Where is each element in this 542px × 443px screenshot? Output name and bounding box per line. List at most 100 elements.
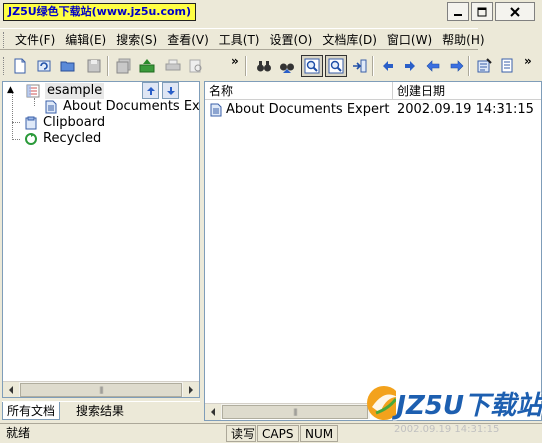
print-icon bbox=[165, 59, 181, 71]
menu-file[interactable]: 文件(F) bbox=[10, 29, 60, 51]
column-header-date[interactable]: 创建日期 bbox=[393, 82, 541, 100]
list-item-date: 2002.09.19 14:31:15 bbox=[397, 102, 534, 117]
document-list-icon bbox=[501, 58, 513, 73]
move-up-icon bbox=[146, 86, 155, 95]
document-list-button[interactable] bbox=[496, 55, 518, 77]
find-button[interactable] bbox=[253, 55, 275, 77]
clipboard-icon bbox=[23, 115, 39, 131]
save-all-icon bbox=[116, 58, 131, 74]
toolbar-separator bbox=[245, 56, 247, 76]
watermark-subtext: 2002.09.19 14:31:15 bbox=[394, 424, 500, 435]
close-button[interactable] bbox=[495, 2, 535, 21]
status-read-write: 读写 bbox=[226, 425, 256, 442]
menu-search[interactable]: 搜索(S) bbox=[111, 29, 162, 51]
export-button[interactable] bbox=[136, 55, 158, 77]
print-preview-icon bbox=[189, 59, 202, 73]
menu-settings[interactable]: 设置(O) bbox=[265, 29, 318, 51]
watermark-logo-icon bbox=[367, 386, 397, 420]
arrow-right-icon bbox=[405, 61, 415, 71]
save-all-button[interactable] bbox=[113, 55, 135, 77]
refresh-icon bbox=[37, 60, 51, 72]
properties-button[interactable] bbox=[473, 55, 495, 77]
pane-tabs: 所有文档 搜索结果 bbox=[2, 401, 200, 421]
tree-line bbox=[12, 92, 13, 140]
save-button[interactable] bbox=[83, 55, 105, 77]
status-ready: 就绪 bbox=[6, 426, 31, 440]
toolbar-separator bbox=[107, 56, 109, 76]
menu-edit[interactable]: 编辑(E) bbox=[60, 29, 111, 51]
watermark: JZ5U下载站 bbox=[364, 380, 542, 426]
tree-item-clipboard[interactable]: Clipboard bbox=[23, 115, 105, 131]
menu-bar: 文件(F) 编辑(E) 搜索(S) 查看(V) 工具(T) 设置(O) 文档库(… bbox=[0, 28, 485, 51]
move-down-button[interactable] bbox=[162, 82, 179, 99]
tree-item-label: Recycled bbox=[43, 131, 102, 146]
document-icon bbox=[43, 99, 59, 115]
list-item-name: About Documents Expert bbox=[226, 102, 390, 117]
refresh-button[interactable] bbox=[33, 55, 55, 77]
toolbar-overflow-chevron[interactable]: » bbox=[231, 54, 239, 68]
document-tree[interactable]: ▲ esample About Documents Expert Clipboa… bbox=[2, 81, 200, 398]
toolbar-overflow-chevron-2[interactable]: » bbox=[524, 54, 532, 68]
tree-horizontal-scrollbar[interactable]: ||| bbox=[3, 381, 199, 397]
double-arrow-right-icon bbox=[450, 60, 464, 72]
zoom-fit-button[interactable] bbox=[325, 55, 347, 77]
menu-window[interactable]: 窗口(W) bbox=[382, 29, 437, 51]
tab-all-documents[interactable]: 所有文档 bbox=[2, 402, 61, 420]
scroll-left-icon bbox=[211, 408, 215, 416]
maximize-button[interactable] bbox=[471, 2, 493, 21]
scroll-thumb[interactable]: ||| bbox=[222, 405, 368, 419]
magnifier-icon bbox=[304, 58, 320, 74]
tree-expand-icon[interactable]: ▲ bbox=[7, 85, 14, 95]
toolbar-separator bbox=[372, 56, 374, 76]
toolbar: » » bbox=[0, 52, 542, 80]
toolbar-separator bbox=[468, 56, 470, 76]
menu-view[interactable]: 查看(V) bbox=[162, 29, 214, 51]
zoom-in-button[interactable] bbox=[301, 55, 323, 77]
tab-search-results[interactable]: 搜索结果 bbox=[72, 402, 128, 420]
tree-item-document[interactable]: About Documents Expert bbox=[43, 99, 199, 115]
document-icon bbox=[209, 103, 223, 123]
tree-item-esample[interactable]: esample bbox=[25, 83, 105, 99]
find-next-button[interactable] bbox=[276, 55, 298, 77]
new-document-button[interactable] bbox=[9, 55, 31, 77]
arrow-left-icon bbox=[383, 61, 393, 71]
menu-tools[interactable]: 工具(T) bbox=[214, 29, 265, 51]
back-button[interactable] bbox=[377, 55, 399, 77]
status-num: NUM bbox=[300, 425, 338, 442]
print-button[interactable] bbox=[162, 55, 184, 77]
minimize-button[interactable] bbox=[447, 2, 469, 21]
move-up-button[interactable] bbox=[142, 82, 159, 99]
new-document-icon bbox=[14, 58, 26, 74]
toolbar-grip[interactable] bbox=[3, 57, 6, 75]
status-caps: CAPS bbox=[257, 425, 299, 442]
menu-help[interactable]: 帮助(H) bbox=[437, 29, 489, 51]
menu-library[interactable]: 文档库(D) bbox=[317, 29, 382, 51]
document-list[interactable]: 名称 创建日期 About Documents Expert 2002.09.1… bbox=[204, 81, 542, 421]
list-horizontal-scrollbar[interactable]: ||| bbox=[205, 403, 370, 420]
double-arrow-left-icon bbox=[426, 60, 440, 72]
maximize-icon bbox=[477, 7, 487, 16]
scroll-right-icon bbox=[189, 386, 193, 394]
magnifier-page-icon bbox=[328, 58, 344, 74]
next-button[interactable] bbox=[446, 55, 468, 77]
tree-item-label: esample bbox=[45, 83, 105, 99]
previous-button[interactable] bbox=[422, 55, 444, 77]
window-title: JZ5U绿色下载站(www.jz5u.com) bbox=[3, 3, 197, 21]
watermark-text: JZ5U下载站 bbox=[396, 390, 542, 421]
menu-grip[interactable] bbox=[3, 32, 6, 48]
tree-item-recycled[interactable]: Recycled bbox=[23, 131, 101, 147]
scroll-left-button[interactable] bbox=[3, 382, 19, 397]
open-folder-button[interactable] bbox=[57, 55, 79, 77]
minimize-icon bbox=[454, 13, 462, 16]
forward-button[interactable] bbox=[399, 55, 421, 77]
list-header: 名称 创建日期 bbox=[205, 82, 541, 100]
print-preview-button[interactable] bbox=[185, 55, 207, 77]
column-header-name[interactable]: 名称 bbox=[205, 82, 393, 100]
goto-button[interactable] bbox=[349, 55, 371, 77]
goto-icon bbox=[353, 59, 367, 73]
scroll-thumb[interactable]: ||| bbox=[20, 383, 182, 397]
save-icon bbox=[87, 59, 101, 73]
scroll-right-button[interactable] bbox=[183, 382, 199, 397]
scroll-left-button[interactable] bbox=[205, 404, 221, 420]
scroll-left-icon bbox=[9, 386, 13, 394]
